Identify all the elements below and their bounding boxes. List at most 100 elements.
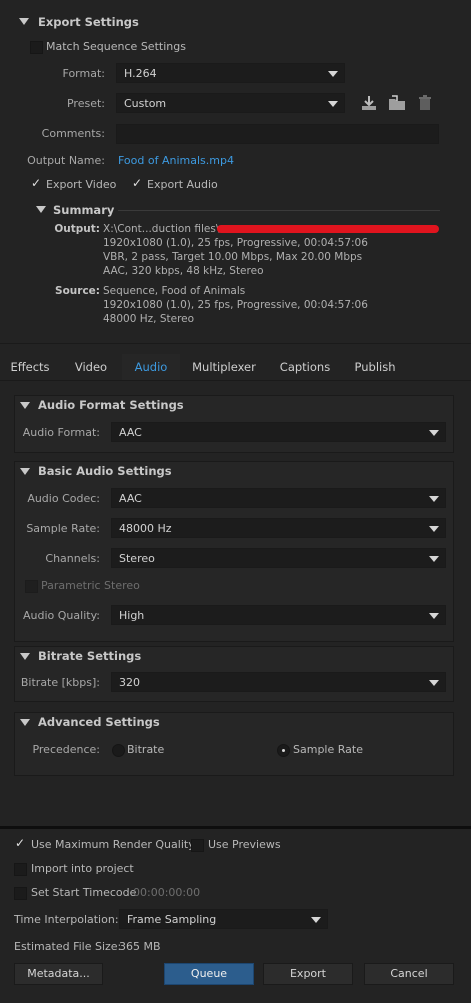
tab-publish[interactable]: Publish <box>344 354 406 380</box>
delete-preset-icon[interactable] <box>416 95 434 111</box>
preset-dropdown[interactable]: Custom <box>116 93 345 113</box>
cancel-button[interactable]: Cancel <box>364 963 454 985</box>
comments-input[interactable] <box>116 124 439 144</box>
channels-value: Stereo <box>119 552 155 565</box>
chevron-down-icon <box>429 526 439 532</box>
audio-format-title: Audio Format Settings <box>38 398 184 412</box>
output-name-link[interactable]: Food of Animals.mp4 <box>118 154 234 167</box>
preset-value: Custom <box>124 97 167 110</box>
sample-rate-dropdown[interactable]: 48000 Hz <box>111 518 446 538</box>
audio-codec-label: Audio Codec: <box>27 492 100 505</box>
collapse-triangle-icon[interactable] <box>20 468 30 475</box>
redaction-mark <box>217 225 439 233</box>
parametric-stereo-checkbox[interactable] <box>25 580 38 593</box>
channels-dropdown[interactable]: Stereo <box>111 548 446 568</box>
basic-audio-title: Basic Audio Settings <box>38 464 172 478</box>
chevron-down-icon <box>311 917 321 923</box>
export-video-checkbox[interactable] <box>30 176 43 191</box>
bitrate-dropdown[interactable]: 320 <box>111 672 446 692</box>
export-settings-title: Export Settings <box>38 15 139 29</box>
export-settings-divider <box>0 343 471 344</box>
start-timecode-checkbox[interactable] <box>14 887 27 900</box>
use-previews-label: Use Previews <box>208 838 281 851</box>
chevron-down-icon <box>429 496 439 502</box>
preset-label: Preset: <box>66 97 105 110</box>
time-interpolation-label: Time Interpolation: <box>14 913 119 926</box>
summary-output-line-1: X:\Cont...duction files\ <box>103 223 220 235</box>
collapse-triangle-icon[interactable] <box>20 402 30 409</box>
save-preset-icon[interactable] <box>360 95 378 111</box>
max-render-quality-checkbox[interactable] <box>14 836 27 851</box>
summary-output-line-4: AAC, 320 kbps, 48 kHz, Stereo <box>103 265 264 277</box>
tab-audio[interactable]: Audio <box>122 354 180 380</box>
tabs-divider <box>0 380 471 381</box>
footer-divider <box>0 826 471 829</box>
import-project-checkbox[interactable] <box>14 863 27 876</box>
precedence-bitrate-radio[interactable] <box>112 744 125 757</box>
format-dropdown[interactable]: H.264 <box>116 63 345 83</box>
max-render-quality-label: Use Maximum Render Quality <box>31 838 195 851</box>
summary-source-key: Source: <box>55 285 100 297</box>
audio-codec-value: AAC <box>119 492 142 505</box>
file-size-label: Estimated File Size: <box>14 940 122 953</box>
audio-quality-value: High <box>119 609 145 622</box>
chevron-down-icon <box>429 680 439 686</box>
chevron-down-icon <box>328 71 338 77</box>
collapse-triangle-icon[interactable] <box>20 719 30 726</box>
format-label: Format: <box>62 67 105 80</box>
precedence-sample-rate-label: Sample Rate <box>293 743 363 756</box>
audio-format-dropdown[interactable]: AAC <box>111 422 446 442</box>
chevron-down-icon <box>429 430 439 436</box>
export-video-label: Export Video <box>46 178 117 191</box>
audio-codec-dropdown[interactable]: AAC <box>111 488 446 508</box>
comments-label: Comments: <box>41 127 105 140</box>
advanced-title: Advanced Settings <box>38 715 160 729</box>
sample-rate-label: Sample Rate: <box>26 522 100 535</box>
chevron-down-icon <box>429 556 439 562</box>
bitrate-title: Bitrate Settings <box>38 649 142 663</box>
time-interpolation-dropdown[interactable]: Frame Sampling <box>119 909 328 929</box>
tab-multiplexer[interactable]: Multiplexer <box>183 354 265 380</box>
tab-effects[interactable]: Effects <box>0 354 60 380</box>
collapse-triangle-icon[interactable] <box>20 653 30 660</box>
export-audio-label: Export Audio <box>147 178 218 191</box>
chevron-down-icon <box>429 613 439 619</box>
match-sequence-label: Match Sequence Settings <box>46 40 186 53</box>
precedence-label: Precedence: <box>32 743 100 756</box>
output-name-label: Output Name: <box>27 154 105 167</box>
match-sequence-checkbox[interactable] <box>30 41 43 54</box>
summary-title: Summary <box>53 203 115 217</box>
queue-button[interactable]: Queue <box>164 963 254 985</box>
audio-format-value: AAC <box>119 426 142 439</box>
export-audio-checkbox[interactable] <box>131 176 144 191</box>
tab-captions[interactable]: Captions <box>268 354 342 380</box>
parametric-stereo-label: Parametric Stereo <box>41 579 140 592</box>
summary-source-line-3: 48000 Hz, Stereo <box>103 313 195 325</box>
precedence-sample-rate-radio[interactable] <box>277 744 290 757</box>
import-project-label: Import into project <box>31 862 134 875</box>
bitrate-value: 320 <box>119 676 140 689</box>
summary-output-line-2: 1920x1080 (1.0), 25 fps, Progressive, 00… <box>103 237 368 249</box>
use-previews-checkbox[interactable] <box>191 839 204 852</box>
file-size-value: 365 MB <box>119 940 161 953</box>
start-timecode-value: 00:00:00:00 <box>133 886 201 899</box>
import-preset-icon[interactable] <box>388 95 406 111</box>
summary-source-line-1: Sequence, Food of Animals <box>103 285 246 297</box>
sample-rate-value: 48000 Hz <box>119 522 172 535</box>
audio-quality-dropdown[interactable]: High <box>111 605 446 625</box>
precedence-bitrate-label: Bitrate <box>127 743 165 756</box>
collapse-triangle-icon[interactable] <box>19 18 29 25</box>
audio-quality-label: Audio Quality: <box>23 609 100 622</box>
collapse-triangle-icon[interactable] <box>36 206 46 213</box>
export-button[interactable]: Export <box>263 963 353 985</box>
tab-video[interactable]: Video <box>62 354 120 380</box>
chevron-down-icon <box>328 101 338 107</box>
audio-format-label: Audio Format: <box>22 426 100 439</box>
summary-source-line-2: 1920x1080 (1.0), 25 fps, Progressive, 00… <box>103 299 368 311</box>
channels-label: Channels: <box>45 552 100 565</box>
summary-divider <box>118 210 440 211</box>
summary-output-line-3: VBR, 2 pass, Target 10.00 Mbps, Max 20.0… <box>103 251 363 263</box>
bitrate-label: Bitrate [kbps]: <box>20 676 100 689</box>
time-interpolation-value: Frame Sampling <box>127 913 217 926</box>
metadata-button[interactable]: Metadata... <box>14 963 103 985</box>
